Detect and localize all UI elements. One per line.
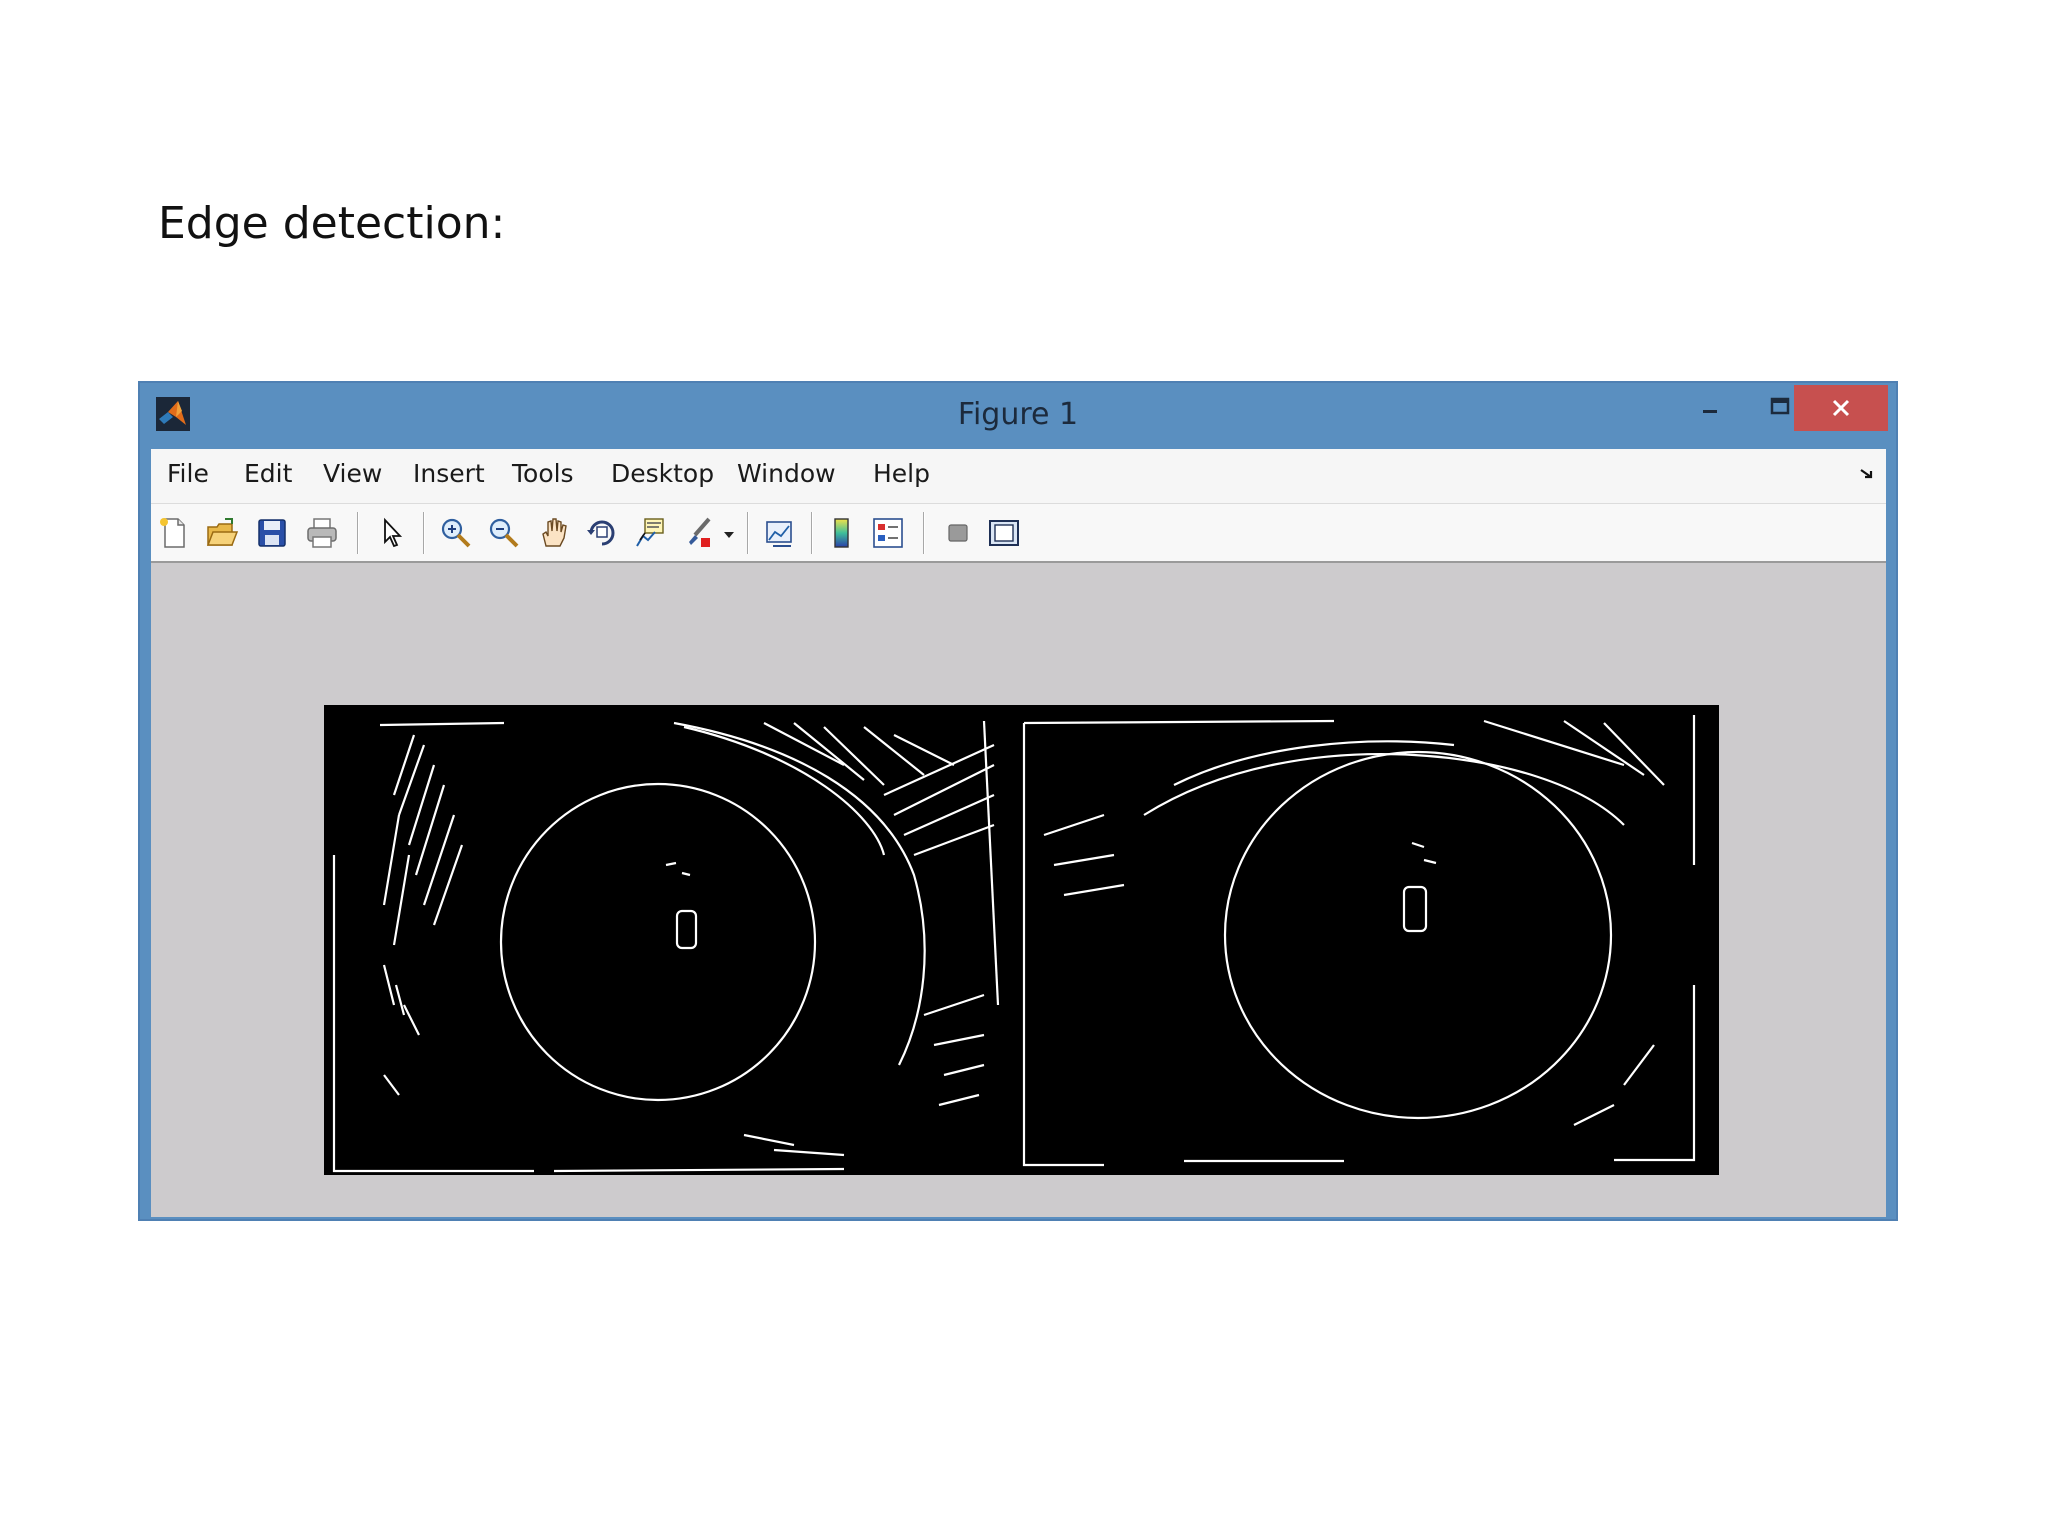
new-figure-icon[interactable]	[157, 516, 191, 550]
edge-segment	[1411, 841, 1437, 865]
open-file-icon[interactable]	[205, 516, 239, 550]
toolbar-separator	[811, 512, 813, 554]
brush-icon[interactable]	[681, 516, 715, 550]
menu-help[interactable]: Help	[873, 459, 930, 488]
edge-map-canvas	[332, 715, 1696, 1173]
edge-segment	[382, 964, 420, 1036]
eyelid-edge	[683, 725, 886, 856]
menu-insert[interactable]: Insert	[413, 459, 485, 488]
menu-desktop[interactable]: Desktop	[611, 459, 714, 488]
zoom-in-icon[interactable]	[439, 516, 473, 550]
pan-hand-icon[interactable]	[537, 516, 571, 550]
minimize-button[interactable]	[1680, 387, 1740, 427]
edge-segment	[553, 1167, 845, 1173]
edge-segment	[383, 1074, 400, 1096]
pupil-highlight-edge	[1402, 885, 1428, 933]
link-plot-icon[interactable]	[763, 516, 797, 550]
edge-segment	[332, 855, 534, 1173]
window-title: Figure 1	[957, 397, 1079, 432]
edge-segment	[1023, 719, 1335, 725]
show-plot-tools-icon[interactable]	[987, 516, 1021, 550]
edge-segment	[883, 743, 995, 857]
minimize-icon	[1703, 410, 1717, 413]
insert-colorbar-icon[interactable]	[825, 516, 859, 550]
rotate-3d-icon[interactable]	[585, 516, 619, 550]
menu-edit[interactable]: Edit	[244, 459, 292, 488]
image-axes-area[interactable]	[324, 705, 1719, 1175]
edge-segment	[1022, 723, 1104, 1167]
insert-legend-icon[interactable]	[871, 516, 905, 550]
toolbar-separator	[423, 512, 425, 554]
menu-window[interactable]: Window	[737, 459, 836, 488]
edge-segment	[1614, 985, 1696, 1162]
toolbar-separator	[747, 512, 749, 554]
edge-segment	[1573, 1044, 1655, 1126]
menu-bar: File Edit View Insert Tools Desktop Wind…	[151, 449, 1886, 504]
title-bar[interactable]: Figure 1	[140, 383, 1896, 449]
data-cursor-icon[interactable]	[633, 516, 667, 550]
edge-segment	[1043, 813, 1125, 897]
eyelid-edge	[1143, 752, 1625, 826]
menu-view[interactable]: View	[323, 459, 382, 488]
zoom-out-icon[interactable]	[487, 516, 521, 550]
toolbar-separator	[357, 512, 359, 554]
eyelid-edge	[1173, 740, 1455, 786]
edge-segment	[379, 721, 505, 727]
toolbar-separator	[923, 512, 925, 554]
close-icon	[1832, 399, 1850, 417]
close-button[interactable]	[1794, 385, 1888, 431]
figure-window: Figure 1 File Edit View Insert Tools Des…	[138, 381, 1898, 1221]
figure-toolbar	[151, 504, 1886, 563]
menu-tools[interactable]: Tools	[512, 459, 574, 488]
maximize-icon	[1770, 397, 1790, 415]
edge-segment	[923, 993, 985, 1107]
edge-segment	[982, 720, 1000, 1006]
hide-plot-tools-icon[interactable]	[941, 516, 975, 550]
edge-map-right	[1022, 715, 1696, 1167]
figure-client-area: File Edit View Insert Tools Desktop Wind…	[151, 449, 1886, 1217]
save-icon[interactable]	[255, 516, 289, 550]
dock-arrow-icon[interactable]	[1858, 465, 1876, 483]
edge-map-left	[332, 720, 1000, 1173]
edit-plot-arrow-icon[interactable]	[375, 516, 409, 550]
edge-segment	[743, 1133, 845, 1157]
brush-dropdown-arrow-icon[interactable]	[723, 530, 735, 540]
print-icon[interactable]	[305, 516, 339, 550]
eyelid-edge	[673, 721, 926, 1066]
iris-edge	[1223, 750, 1613, 1120]
slide-title: Edge detection:	[158, 198, 506, 249]
edge-segment	[382, 734, 464, 946]
edge-segment	[665, 861, 691, 877]
iris-edge	[499, 782, 817, 1102]
pupil-highlight-edge	[675, 909, 698, 950]
menu-file[interactable]: File	[167, 459, 209, 488]
